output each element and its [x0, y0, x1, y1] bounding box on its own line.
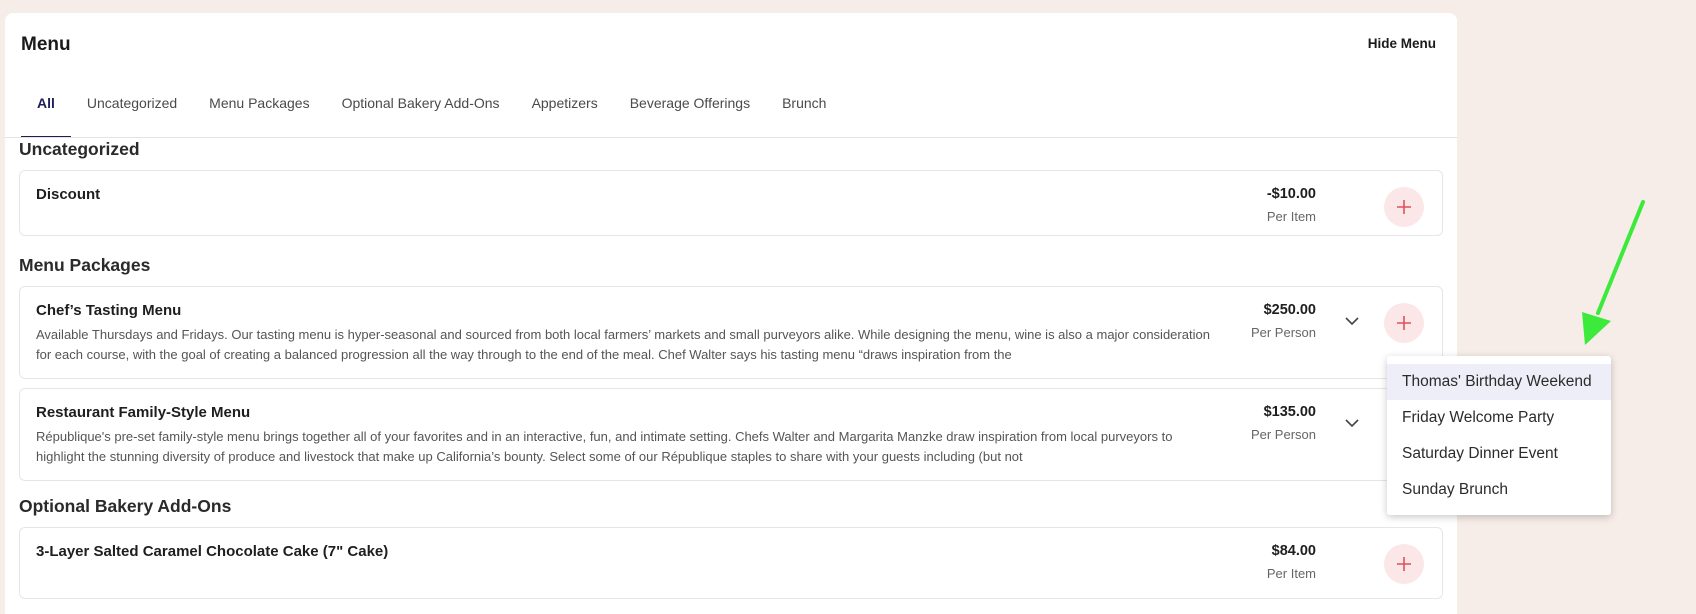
- item-price-unit: Per Item: [1266, 209, 1316, 224]
- plus-icon: [1397, 200, 1411, 214]
- page-title: Menu: [21, 34, 71, 55]
- item-name: Chef’s Tasting Menu: [36, 302, 182, 319]
- plus-icon: [1397, 557, 1411, 571]
- chevron-down-icon[interactable]: [1342, 413, 1362, 433]
- plus-icon: [1397, 316, 1411, 330]
- panel-header: Menu Hide Menu: [5, 13, 1457, 73]
- item-price-unit: Per Person: [1250, 427, 1316, 442]
- menu-item-card: Chef’s Tasting Menu Available Thursdays …: [19, 286, 1443, 379]
- event-dropdown-menu: Thomas' Birthday Weekend Friday Welcome …: [1387, 356, 1611, 515]
- add-item-button[interactable]: [1384, 187, 1424, 227]
- menu-panel: Menu Hide Menu All Uncategorized Menu Pa…: [5, 13, 1457, 614]
- item-name: Restaurant Family-Style Menu: [36, 404, 251, 421]
- tab-menu-packages[interactable]: Menu Packages: [193, 91, 325, 138]
- item-price: $135.00: [1263, 404, 1316, 420]
- item-price: $84.00: [1271, 543, 1316, 559]
- item-price-unit: Per Person: [1250, 325, 1316, 340]
- menu-item-card: Restaurant Family-Style Menu République'…: [19, 388, 1443, 481]
- item-price: -$10.00: [1266, 186, 1316, 202]
- dropdown-option[interactable]: Thomas' Birthday Weekend: [1387, 364, 1611, 400]
- item-description: Available Thursdays and Fridays. Our tas…: [36, 327, 1210, 362]
- tab-all[interactable]: All: [21, 91, 71, 138]
- item-name: Discount: [36, 186, 101, 203]
- dropdown-option[interactable]: Saturday Dinner Event: [1387, 436, 1611, 472]
- dropdown-option[interactable]: Friday Welcome Party: [1387, 400, 1611, 436]
- item-price-unit: Per Item: [1266, 566, 1316, 581]
- section-title-menu-packages: Menu Packages: [19, 255, 151, 275]
- menu-item-card: 3-Layer Salted Caramel Chocolate Cake (7…: [19, 527, 1443, 599]
- add-item-button[interactable]: [1384, 544, 1424, 584]
- item-price: $250.00: [1263, 302, 1316, 318]
- tab-appetizers[interactable]: Appetizers: [516, 91, 614, 138]
- item-description: République's pre-set family-style menu b…: [36, 429, 1173, 464]
- dropdown-option[interactable]: Sunday Brunch: [1387, 472, 1611, 508]
- tab-beverage-offerings[interactable]: Beverage Offerings: [614, 91, 766, 138]
- add-item-button[interactable]: [1384, 303, 1424, 343]
- chevron-down-icon[interactable]: [1342, 311, 1362, 331]
- tab-uncategorized[interactable]: Uncategorized: [71, 91, 193, 138]
- section-title-optional-bakery-add-ons: Optional Bakery Add-Ons: [19, 496, 232, 516]
- section-title-uncategorized: Uncategorized: [19, 139, 140, 159]
- tabs-divider: [5, 137, 1457, 138]
- menu-item-card: Discount -$10.00 Per Item: [19, 170, 1443, 236]
- item-name: 3-Layer Salted Caramel Chocolate Cake (7…: [36, 543, 389, 560]
- annotation-arrow-icon: [1582, 200, 1645, 345]
- category-tabs: All Uncategorized Menu Packages Optional…: [21, 91, 842, 138]
- tab-brunch[interactable]: Brunch: [766, 91, 842, 138]
- hide-menu-button[interactable]: Hide Menu: [1368, 36, 1436, 51]
- tab-optional-bakery-add-ons[interactable]: Optional Bakery Add-Ons: [326, 91, 516, 138]
